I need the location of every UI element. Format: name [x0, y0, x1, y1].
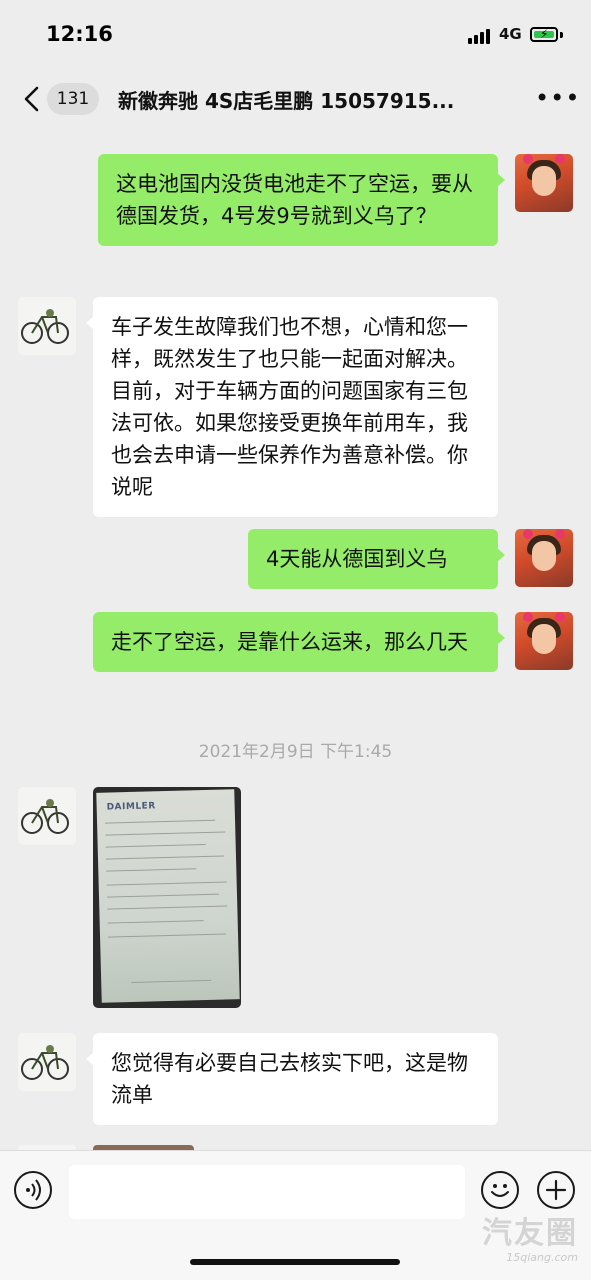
- contact-avatar[interactable]: [18, 1033, 76, 1091]
- chat-title: 新徽奔驰 4S店毛里鹏 15057915...: [118, 89, 455, 113]
- battery-tip: [560, 32, 563, 38]
- status-bar: 12:16 4G ⚡: [0, 0, 591, 70]
- input-bar: 汽友圈 15qiang.com: [0, 1150, 591, 1280]
- my-avatar[interactable]: [515, 612, 573, 670]
- smiley-icon: [491, 1184, 509, 1197]
- plus-icon: [545, 1179, 567, 1201]
- message-input[interactable]: [69, 1165, 465, 1219]
- document-logo: DAIMLER: [106, 801, 156, 813]
- message-bubble-sent[interactable]: 4天能从德国到义乌: [248, 529, 505, 589]
- chat-header: 131 新徽奔驰 4S店毛里鹏 15057915... •••: [0, 70, 591, 130]
- message-bubble-received[interactable]: 车子发生故障我们也不想，心情和您一样，既然发生了也只能一起面对解决。目前，对于车…: [86, 297, 498, 517]
- unread-count-badge[interactable]: 131: [47, 83, 99, 115]
- my-avatar[interactable]: [515, 154, 573, 212]
- message-bubble-sent[interactable]: 这电池国内没货电池走不了空运，要从德国发货，4号发9号就到义乌了？: [98, 154, 505, 246]
- back-icon[interactable]: [18, 84, 48, 114]
- battery-icon: ⚡: [530, 27, 558, 42]
- home-indicator[interactable]: [190, 1259, 400, 1265]
- contact-avatar[interactable]: [18, 297, 76, 355]
- status-time: 12:16: [46, 22, 113, 46]
- emoji-button[interactable]: [481, 1171, 519, 1209]
- my-avatar[interactable]: [515, 529, 573, 587]
- message-timestamp: 2021年2月9日 下午1:45: [198, 742, 393, 762]
- message-bubble-received[interactable]: 您觉得有必要自己去核实下吧，这是物流单: [86, 1033, 498, 1125]
- contact-avatar[interactable]: [18, 787, 76, 845]
- message-bubble-sent[interactable]: 走不了空运，是靠什么运来，那么几天: [93, 612, 505, 672]
- network-label: 4G: [499, 25, 522, 43]
- more-functions-button[interactable]: [537, 1171, 575, 1209]
- shipping-document-image[interactable]: DAIMLER: [93, 787, 241, 1008]
- voice-input-button[interactable]: [14, 1171, 52, 1209]
- watermark: 汽友圈 15qiang.com: [458, 1216, 578, 1265]
- voice-icon: [26, 1179, 41, 1201]
- watermark-main: 汽友圈: [482, 1216, 578, 1251]
- signal-icon: [468, 28, 492, 44]
- watermark-url: 15qiang.com: [506, 1251, 578, 1264]
- more-options-icon[interactable]: •••: [535, 86, 579, 112]
